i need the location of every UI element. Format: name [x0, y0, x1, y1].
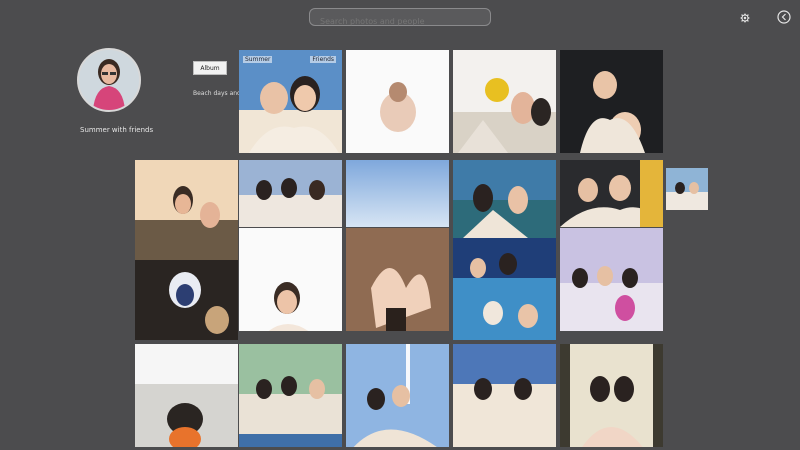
photo-tile[interactable]: [453, 50, 556, 153]
profile-tag[interactable]: Album: [193, 61, 227, 75]
gear-icon[interactable]: [737, 10, 753, 26]
photo-tile[interactable]: [135, 344, 238, 447]
photo-tile[interactable]: [560, 50, 663, 153]
photo-thumbnail[interactable]: [666, 168, 708, 210]
profile-name: Summer with friends: [80, 126, 154, 134]
photo-tile[interactable]: [239, 344, 342, 447]
search-input[interactable]: [310, 13, 490, 30]
photo-tile[interactable]: [560, 228, 663, 331]
photo-tile[interactable]: [135, 160, 238, 263]
back-arrow-icon[interactable]: [776, 9, 792, 25]
search-bar[interactable]: [309, 8, 491, 30]
photo-tile[interactable]: [239, 228, 342, 331]
photo-tile[interactable]: [346, 228, 449, 331]
photo-tile[interactable]: Summer Friends: [239, 50, 342, 153]
tile-label-right: Friends: [310, 56, 336, 63]
photo-tile[interactable]: [346, 50, 449, 153]
photo-tile[interactable]: [453, 344, 556, 447]
photo-tile[interactable]: [560, 344, 663, 447]
avatar[interactable]: [77, 48, 141, 112]
photo-tile[interactable]: [346, 344, 449, 447]
photo-tile[interactable]: [453, 238, 556, 341]
tile-label-left: Summer: [243, 56, 273, 63]
